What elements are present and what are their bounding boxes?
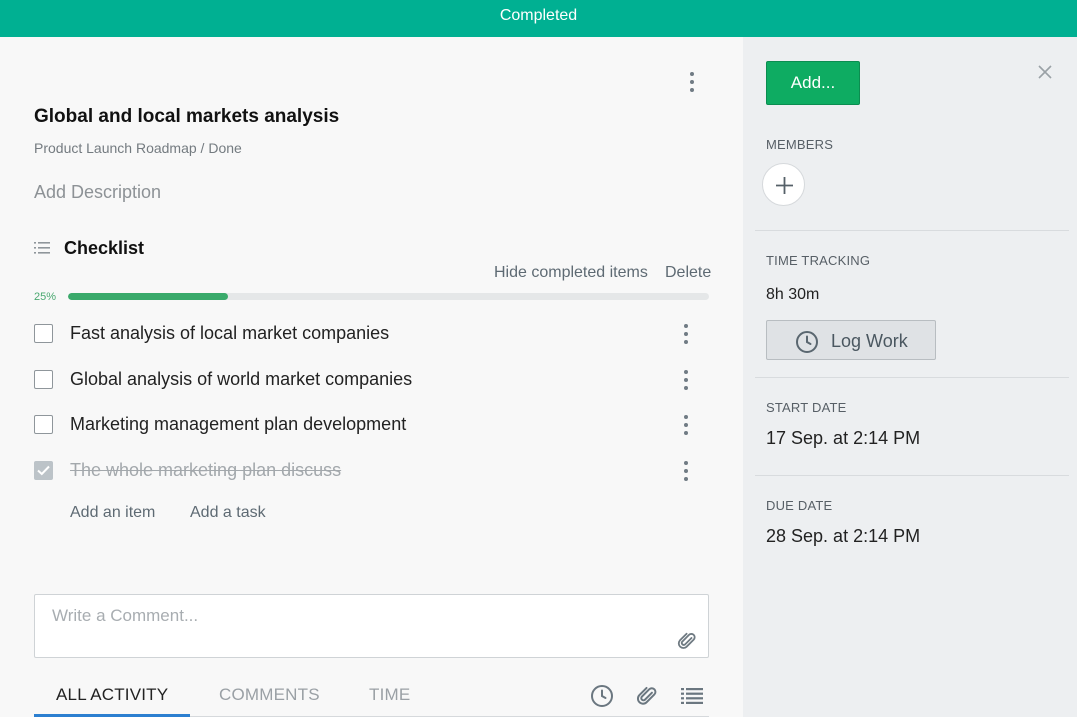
checklist-progress-bar <box>68 293 709 300</box>
tab-time[interactable]: TIME <box>369 685 410 705</box>
checklist-item-checkbox[interactable] <box>34 324 53 343</box>
log-work-button[interactable]: Log Work <box>766 320 936 360</box>
checklist-item-menu-icon[interactable] <box>680 370 692 390</box>
checklist-item: Fast analysis of local market companies <box>34 319 709 349</box>
checklist-item-text[interactable]: The whole marketing plan discuss <box>70 460 341 481</box>
checklist-item-menu-icon[interactable] <box>680 415 692 435</box>
delete-checklist-button[interactable]: Delete <box>665 264 711 282</box>
time-tracked-value: 8h 30m <box>766 286 820 303</box>
task-sidebar: Add... MEMBERS TIME TRACKING 8h 30m Log … <box>743 37 1077 717</box>
checklist-item-menu-icon[interactable] <box>680 324 692 344</box>
checklist-progress-fill <box>68 293 229 300</box>
hide-completed-button[interactable]: Hide completed items <box>494 264 648 282</box>
add-item-button[interactable]: Add an item <box>70 504 155 522</box>
time-tracking-label: TIME TRACKING <box>766 253 871 268</box>
add-button[interactable]: Add... <box>766 61 860 105</box>
breadcrumb[interactable]: Product Launch Roadmap / Done <box>34 140 242 156</box>
due-date-label: DUE DATE <box>766 498 833 513</box>
add-description-link[interactable]: Add Description <box>34 182 161 203</box>
task-main-panel: Global and local markets analysis Produc… <box>0 37 743 717</box>
checklist-item: Marketing management plan development <box>34 410 709 440</box>
close-icon[interactable] <box>1037 64 1053 80</box>
checklist-title[interactable]: Checklist <box>64 238 144 259</box>
clock-icon[interactable] <box>590 684 614 708</box>
comment-input[interactable] <box>52 605 652 627</box>
paperclip-icon[interactable] <box>677 631 697 651</box>
checklist-item: Global analysis of world market companie… <box>34 365 709 395</box>
checklist-item-checkbox[interactable] <box>34 415 53 434</box>
list-icon[interactable] <box>681 688 703 704</box>
due-date-value[interactable]: 28 Sep. at 2:14 PM <box>766 526 920 547</box>
task-menu-icon[interactable] <box>686 72 698 92</box>
progress-percent: 25% <box>34 291 57 303</box>
divider <box>755 230 1069 231</box>
paperclip-icon[interactable] <box>636 685 658 707</box>
checklist-item-text[interactable]: Fast analysis of local market companies <box>70 323 389 344</box>
divider <box>755 475 1069 476</box>
checklist-item-text[interactable]: Global analysis of world market companie… <box>70 369 412 390</box>
divider <box>755 377 1069 378</box>
members-label: MEMBERS <box>766 137 834 152</box>
checkmark-icon <box>37 465 50 476</box>
checklist-item-menu-icon[interactable] <box>680 461 692 481</box>
task-title[interactable]: Global and local markets analysis <box>34 106 339 128</box>
activity-tabs: ALL ACTIVITY COMMENTS TIME <box>34 680 709 717</box>
start-date-value[interactable]: 17 Sep. at 2:14 PM <box>766 428 920 449</box>
add-member-button[interactable] <box>762 163 805 206</box>
status-banner: Completed <box>0 0 1077 37</box>
tab-all-activity[interactable]: ALL ACTIVITY <box>56 685 168 705</box>
checklist-item-checkbox[interactable] <box>34 370 53 389</box>
start-date-label: START DATE <box>766 400 847 415</box>
tab-comments[interactable]: COMMENTS <box>219 685 320 705</box>
plus-icon <box>776 177 793 194</box>
checklist-icon <box>34 242 50 254</box>
clock-icon <box>796 331 818 353</box>
log-work-label: Log Work <box>831 331 908 351</box>
comment-box <box>34 594 709 658</box>
checklist-item: The whole marketing plan discuss <box>34 456 709 486</box>
checklist-item-checkbox[interactable] <box>34 461 53 480</box>
add-task-button[interactable]: Add a task <box>190 504 266 522</box>
checklist-item-text[interactable]: Marketing management plan development <box>70 414 406 435</box>
